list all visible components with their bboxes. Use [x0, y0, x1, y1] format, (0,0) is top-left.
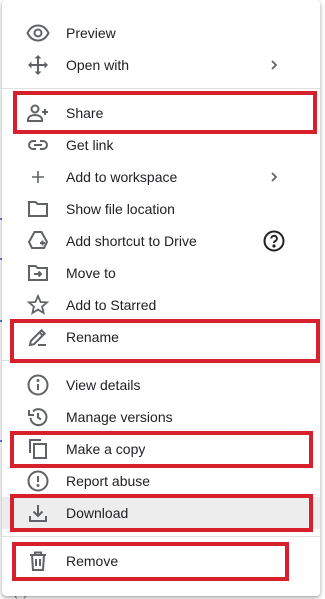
menu-item-label: Open with: [66, 57, 130, 73]
move-to-folder-icon: [26, 261, 50, 285]
menu-item-label: Rename: [66, 329, 119, 345]
menu-item-remove[interactable]: Remove: [2, 545, 320, 577]
folder-icon: [26, 197, 50, 221]
menu-item-report-abuse[interactable]: Report abuse: [2, 465, 320, 497]
report-icon: [26, 469, 50, 493]
menu-item-label: Manage versions: [66, 409, 173, 425]
copy-icon: [26, 437, 50, 461]
menu-item-label: Report abuse: [66, 473, 151, 489]
menu-item-make-a-copy[interactable]: Make a copy: [2, 433, 320, 465]
menu-item-label: Download: [66, 505, 129, 521]
chevron-right-icon: [262, 53, 286, 77]
menu-item-label: Show file location: [66, 201, 175, 217]
menu-item-label: Remove: [66, 553, 119, 569]
menu-item-show-file-location[interactable]: Show file location: [2, 193, 320, 225]
menu-item-label: Make a copy: [66, 441, 146, 457]
info-icon: [26, 373, 50, 397]
menu-item-add-to-starred[interactable]: Add to Starred: [2, 289, 320, 321]
menu-item-label: Share: [66, 105, 104, 121]
menu-item-share[interactable]: Share: [2, 97, 320, 129]
eye-icon: [26, 21, 50, 45]
drive-shortcut-icon: [26, 229, 50, 253]
menu-item-label: Get link: [66, 137, 114, 153]
menu-item-manage-versions[interactable]: Manage versions: [2, 401, 320, 433]
download-icon: [26, 501, 50, 525]
menu-item-label: Preview: [66, 25, 116, 41]
star-icon: [26, 293, 50, 317]
menu-divider: [2, 536, 320, 537]
plus-icon: [26, 165, 50, 189]
chevron-right-icon: [262, 165, 286, 189]
move-arrows-icon: [26, 53, 50, 77]
menu-item-move-to[interactable]: Move to: [2, 257, 320, 289]
menu-divider: [2, 360, 320, 361]
menu-item-label: Add shortcut to Drive: [66, 233, 197, 249]
menu-item-label: Add to Starred: [66, 297, 157, 313]
menu-item-view-details[interactable]: View details: [2, 369, 320, 401]
pencil-icon: [26, 325, 50, 349]
menu-item-preview[interactable]: Preview: [2, 17, 320, 49]
help-icon[interactable]: [262, 229, 286, 253]
person-add-icon: [26, 101, 50, 125]
menu-item-download[interactable]: Download: [2, 497, 320, 529]
menu-item-label: Add to workspace: [66, 169, 178, 185]
menu-item-label: View details: [66, 377, 141, 393]
menu-item-rename[interactable]: Rename: [2, 321, 320, 353]
menu-item-add-to-workspace[interactable]: Add to workspace: [2, 161, 320, 193]
menu-item-open-with[interactable]: Open with: [2, 49, 320, 81]
link-icon: [26, 133, 50, 157]
trash-icon: [26, 549, 50, 573]
context-menu: Preview Open with Share Get link Add to …: [2, 0, 320, 596]
menu-item-get-link[interactable]: Get link: [2, 129, 320, 161]
menu-item-label: Move to: [66, 265, 116, 281]
menu-divider: [2, 88, 320, 89]
menu-item-add-shortcut[interactable]: Add shortcut to Drive: [2, 225, 320, 257]
history-icon: [26, 405, 50, 429]
